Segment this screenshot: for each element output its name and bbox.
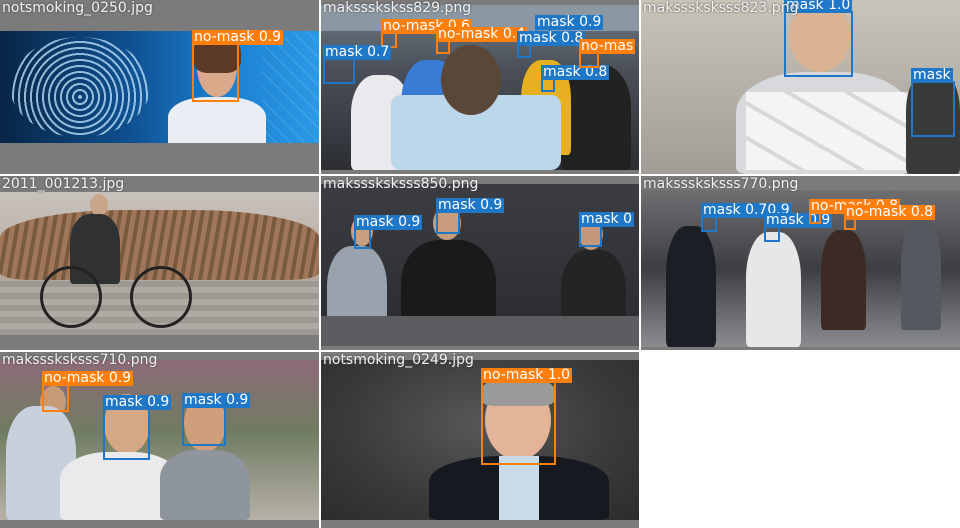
image-tile[interactable]: maksssksksss770.png mask 0.70.9 mask 0.9… <box>641 176 960 350</box>
person <box>561 65 631 170</box>
detection-box-no-mask: no-mask 0.8 <box>809 199 901 224</box>
person-head <box>90 194 108 216</box>
image-filename: 2011_001213.jpg <box>2 176 125 192</box>
detection-box-no-mask: no-mas <box>579 39 636 68</box>
person <box>160 450 250 520</box>
detection-label: no-mask 0.4 <box>436 26 528 42</box>
detection-label: no-mas <box>579 38 636 54</box>
detection-label: mask 0.9 <box>103 394 172 410</box>
person <box>746 232 801 347</box>
network-graphic <box>262 31 319 143</box>
detection-label: mask 0 <box>579 211 634 227</box>
image-filename: makssskskss829.png <box>323 0 472 16</box>
bicycle-wheel <box>130 266 192 328</box>
photo <box>321 360 639 520</box>
detection-label: no-mask 0.9 <box>42 370 134 386</box>
detection-box-no-mask: no-mask 0.4 <box>436 27 528 54</box>
detection-box-mask: mask 0 <box>579 212 634 247</box>
person <box>901 220 941 330</box>
image-tile[interactable]: makssskskss829.png no-mask 0.6 no-mask 0… <box>321 0 639 174</box>
detection-label: mask 0.8 <box>517 30 586 46</box>
image-filename: maksssksksss710.png <box>2 352 158 368</box>
image-filename: maksssksksss770.png <box>643 176 799 192</box>
image-tile[interactable]: maksssksksss823.png mask 1.0 mask <box>641 0 960 174</box>
person-head <box>441 45 501 115</box>
person <box>666 226 716 347</box>
image-tile[interactable]: maksssksksss850.png mask 0.9 mask 0.9 ma… <box>321 176 639 350</box>
detection-box-mask: mask 0.9 <box>764 213 833 242</box>
detection-label: no-mask 1.0 <box>481 367 573 383</box>
detection-box-mask: mask 0.70.9 <box>701 203 792 232</box>
detection-box-mask: mask 0.9 <box>354 215 423 249</box>
bicycle-wheel <box>40 266 102 328</box>
detection-box-mask: mask 0.7 <box>323 45 392 84</box>
image-tile[interactable]: 2011_001213.jpg <box>0 176 319 350</box>
detection-label: no-mask 0.9 <box>192 29 284 45</box>
detection-box-no-mask: no-mask 0.9 <box>42 371 134 412</box>
detection-label: mask 0.7 <box>323 44 392 60</box>
detection-label: mask 0.9 <box>535 14 604 30</box>
detection-label: mask <box>911 67 953 83</box>
barrier <box>321 316 639 346</box>
detection-box-no-mask: no-mask 1.0 <box>481 368 573 465</box>
shirt <box>499 456 539 520</box>
photo <box>0 31 319 143</box>
person <box>821 230 866 330</box>
detection-label: mask 0.9 <box>182 392 251 408</box>
detection-box-mask: mask 0.9 <box>436 198 505 234</box>
detection-label: mask 0.9 <box>764 212 833 228</box>
detection-box-mask: mask 1.0 <box>784 0 853 77</box>
image-filename: notsmoking_0249.jpg <box>323 352 474 368</box>
detection-box-no-mask: no-mask 0.9 <box>192 30 284 102</box>
detection-box-no-mask: no-mask 0.8 <box>844 205 936 230</box>
detection-box-mask: mask 0.9 <box>182 393 251 446</box>
image-tile[interactable]: notsmoking_0250.jpg no-mask 0.9 <box>0 0 319 174</box>
detection-box-mask: mask <box>911 68 955 137</box>
detection-box-mask: mask 0.8 <box>517 31 586 58</box>
detection-label: no-mask 0.8 <box>844 204 936 220</box>
detection-box-mask: mask 0.8 <box>541 65 610 92</box>
detection-label: mask 0.9 <box>354 214 423 230</box>
fingerprint-graphic <box>10 37 150 137</box>
photo <box>0 192 319 335</box>
image-filename: notsmoking_0250.jpg <box>2 0 153 16</box>
detection-label: mask 0.9 <box>436 197 505 213</box>
image-tile[interactable]: notsmoking_0249.jpg no-mask 1.0 <box>321 352 639 528</box>
detection-label: mask 0.8 <box>541 64 610 80</box>
image-tile[interactable]: maksssksksss710.png no-mask 0.9 mask 0.9… <box>0 352 319 528</box>
detection-box-mask: mask 0.9 <box>103 395 172 460</box>
image-filename: maksssksksss823.png <box>643 0 799 16</box>
image-filename: maksssksksss850.png <box>323 176 479 192</box>
